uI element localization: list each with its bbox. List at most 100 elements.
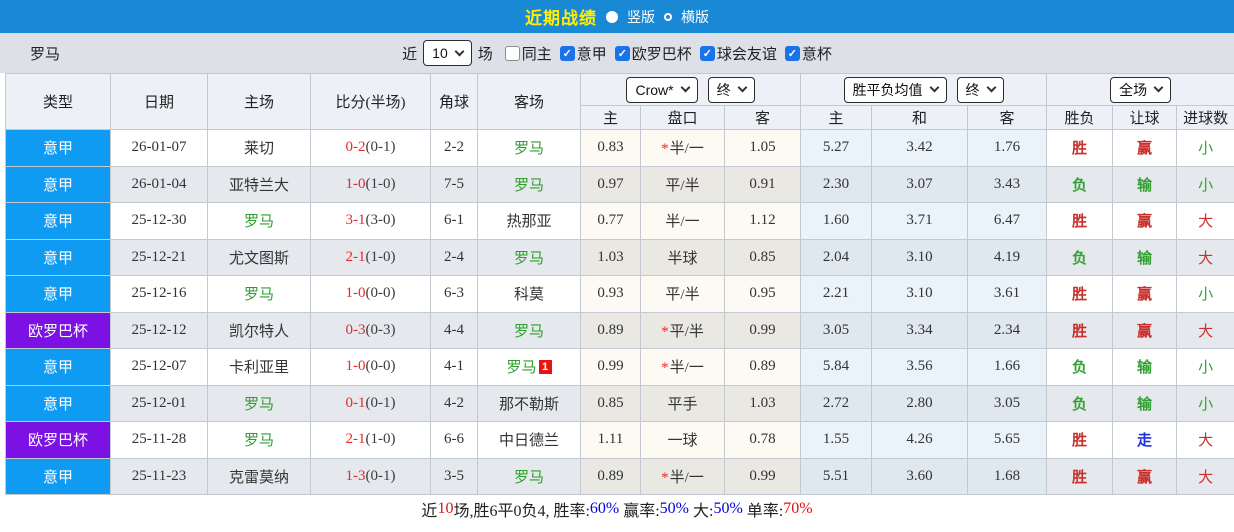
handicap-text: 平/半	[665, 287, 700, 304]
table-row: 意甲 25-12-07 卡利亚里 1-0(0-0) 4-1 罗马 1 0.99 *…	[5, 348, 1234, 386]
match-type-cell: 意甲	[5, 202, 111, 240]
result-handicap-cell: 走	[1112, 421, 1178, 459]
avg-away: 1.68	[993, 467, 1021, 484]
odds-home: 0.89	[597, 321, 624, 338]
layout-radio-unselected[interactable]	[664, 12, 672, 21]
filter-checkbox-item[interactable]: ✓ 欧罗巴杯	[614, 43, 692, 64]
summary-segment: 50%	[713, 500, 743, 517]
match-type-cell: 意甲	[5, 165, 111, 203]
layout-radio-selected[interactable]	[606, 10, 618, 23]
checkbox-unchecked-icon[interactable]	[504, 45, 520, 61]
avg-type-select[interactable]: 胜平负均值	[843, 76, 947, 103]
fulltime-score: 0-3	[345, 321, 366, 338]
result-handicap: 赢	[1137, 214, 1153, 231]
avg-draw-cell: 3.42	[871, 129, 969, 167]
result-handicap: 走	[1137, 433, 1153, 450]
avg-draw-cell: 3.07	[871, 165, 969, 203]
match-date: 25-12-01	[131, 394, 187, 411]
odds-home: 1.03	[597, 248, 624, 265]
match-table-body: 意甲 26-01-07 莱切 0-2(0-1) 2-2 罗马 0.83 *半/一…	[5, 129, 1234, 495]
checkbox-checked-icon[interactable]: ✓	[784, 45, 800, 61]
checkbox-checked-icon[interactable]: ✓	[559, 45, 575, 61]
match-date: 25-12-30	[131, 212, 187, 229]
table-row: 意甲 25-12-21 尤文图斯 2-1(1-0) 2-4 罗马 1.03 半球…	[5, 238, 1234, 276]
odds-away: 1.05	[749, 139, 776, 156]
avg-home-cell: 2.30	[800, 165, 873, 203]
layout-radio-label[interactable]: 横版	[681, 7, 709, 27]
odds-home-cell: 1.03	[580, 238, 641, 276]
match-type: 意甲	[42, 287, 73, 304]
home-team-cell: 罗马	[207, 275, 311, 313]
filter-checkbox-item[interactable]: ✓ 球会友谊	[699, 43, 777, 64]
odds-away-cell: 0.91	[723, 165, 802, 203]
result-outcome-cell: 胜	[1046, 202, 1114, 240]
corner-score: 6-1	[444, 212, 464, 229]
result-outcome-cell: 胜	[1046, 457, 1114, 495]
avg-home-cell: 5.51	[800, 457, 873, 495]
avg-away: 3.05	[993, 394, 1021, 411]
scope-select[interactable]: 全场	[1110, 76, 1172, 103]
odds-time-select[interactable]: 终	[707, 76, 755, 103]
odds-away-cell: 1.05	[723, 129, 802, 167]
table-row: 意甲 26-01-04 亚特兰大 1-0(1-0) 7-5 罗马 0.97 平/…	[5, 165, 1234, 203]
checkbox-checked-icon[interactable]: ✓	[699, 45, 715, 61]
odds-away-cell: 0.89	[723, 348, 802, 386]
result-outcome-cell: 负	[1046, 165, 1114, 203]
result-outcome: 负	[1072, 396, 1088, 413]
summary-segment: 大:	[689, 503, 714, 520]
odds-away: 1.03	[749, 394, 776, 411]
avg-type-value: 胜平负均值	[852, 81, 923, 98]
avg-time-select[interactable]: 终	[956, 76, 1004, 103]
filter-checkbox-label: 球会友谊	[716, 46, 777, 63]
filter-checkbox-item[interactable]: ✓ 意杯	[784, 43, 832, 64]
result-goals-cell: 小	[1176, 275, 1234, 313]
checkbox-checked-icon[interactable]: ✓	[614, 45, 630, 61]
away-team: 罗马	[513, 469, 544, 486]
handicap-text: 一球	[667, 433, 698, 450]
odds-home: 0.97	[597, 175, 624, 192]
avg-draw: 3.56	[906, 358, 933, 375]
col-header-corner: 角球	[430, 73, 478, 130]
match-count-select[interactable]: 10	[423, 40, 472, 66]
home-team: 莱切	[243, 141, 274, 158]
match-date: 25-12-12	[131, 321, 187, 338]
avg-draw-cell: 3.56	[871, 348, 969, 386]
avg-away-cell: 5.65	[967, 421, 1048, 459]
table-row: 意甲 25-12-16 罗马 1-0(0-0) 6-3 科莫 0.93 平/半 …	[5, 275, 1234, 313]
match-date-cell: 25-12-30	[110, 202, 208, 240]
result-handicap-cell: 赢	[1112, 457, 1178, 495]
odds-home-cell: 0.85	[580, 384, 641, 422]
fulltime-score: 0-1	[345, 394, 366, 411]
odds-home: 0.85	[597, 394, 624, 411]
sub-header-avg-away: 客	[967, 105, 1048, 130]
summary-segment: 单率:	[742, 503, 784, 520]
score-cell: 0-3(0-3)	[310, 311, 431, 349]
avg-away-cell: 1.66	[967, 348, 1048, 386]
layout-radio-label[interactable]: 竖版	[627, 7, 655, 27]
avg-home-cell: 2.21	[800, 275, 873, 313]
result-outcome-cell: 胜	[1046, 311, 1114, 349]
result-goals: 大	[1198, 250, 1214, 267]
sub-header-handicap: 盘口	[640, 105, 725, 130]
handicap-star-icon: *	[661, 141, 669, 158]
home-team-cell: 罗马	[207, 421, 311, 459]
sub-header-outcome: 胜负	[1046, 105, 1114, 130]
odds-home: 0.89	[597, 467, 624, 484]
avg-home-cell: 5.27	[800, 129, 873, 167]
handicap-text: 平手	[667, 396, 698, 413]
halftime-score: (0-0)	[365, 358, 396, 375]
summary-segment: 60%	[589, 500, 620, 517]
home-team: 罗马	[243, 214, 274, 231]
away-team: 中日德兰	[498, 433, 559, 450]
filter-checkbox-item[interactable]: 同主	[504, 43, 552, 64]
handicap-text: 半球	[667, 250, 698, 267]
home-team-cell: 亚特兰大	[207, 165, 311, 203]
match-type: 意甲	[42, 469, 73, 486]
odds-source-select[interactable]: Crow*	[626, 76, 698, 103]
result-group-header: 全场	[1046, 73, 1234, 106]
corner-cell: 6-3	[430, 275, 478, 313]
filter-checkbox-item[interactable]: ✓ 意甲	[559, 43, 607, 64]
result-handicap-cell: 赢	[1112, 202, 1178, 240]
odds-home-cell: 0.89	[580, 457, 641, 495]
result-goals: 小	[1198, 287, 1214, 304]
